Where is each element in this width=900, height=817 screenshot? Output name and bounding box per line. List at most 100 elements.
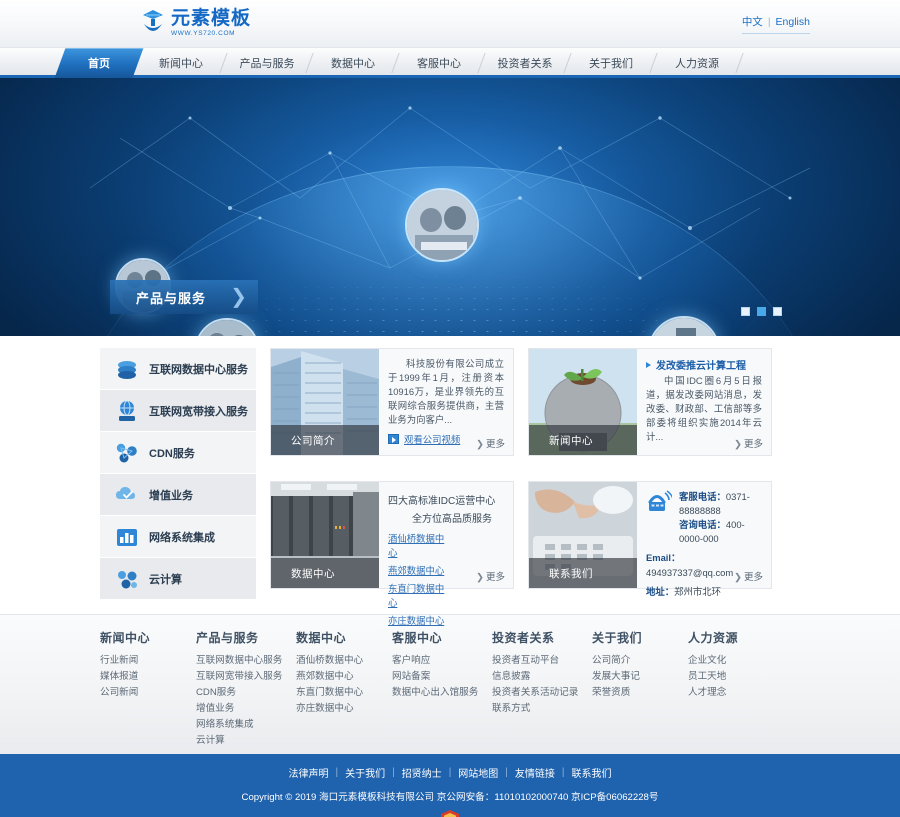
footer-link-1-5[interactable]: 云计算 (196, 733, 296, 749)
card-company-text: 科技股份有限公司成立于1999年1月，注册资本10916万，是业界领先的互联网综… (388, 358, 504, 425)
hero-banner: 产品与服务 ❯ (0, 78, 900, 336)
card-news-more-link[interactable]: ❯ 更多 (734, 436, 763, 450)
banner-category-tag[interactable]: 产品与服务 ❯ (110, 280, 258, 314)
nav-item-2[interactable]: 产品与服务 (224, 48, 310, 78)
triangle-bullet-icon (646, 361, 651, 368)
sidebar-item-3[interactable]: 增值业务 (100, 474, 256, 516)
footer-link-4-2[interactable]: 投资者关系活动记录 (492, 685, 592, 701)
more-arrow-icon: ❯ (734, 439, 742, 450)
footer-column-title: 人力资源 (688, 631, 739, 645)
bottom-link-separator: | (448, 767, 452, 778)
footer-link-6-1[interactable]: 员工天地 (688, 669, 784, 685)
banner-dot-0[interactable] (741, 307, 750, 316)
email-value: 494937337@qq.com (646, 567, 734, 578)
service-phone-label: 客服电话： (679, 491, 726, 502)
footer-link-6-2[interactable]: 人才理念 (688, 685, 784, 701)
bottom-link-separator: | (392, 767, 395, 778)
footer-link-4-0[interactable]: 投资者互动平台 (492, 653, 592, 669)
footer-link-3-2[interactable]: 数据中心出入馆服务 (392, 685, 492, 701)
bottom-link-2[interactable]: 招贤纳士 (402, 765, 442, 780)
datacenter-line-2: 全方位高品质服务 (412, 514, 492, 525)
language-switcher[interactable]: 中文 | English (741, 14, 810, 34)
footer-link-0-2[interactable]: 公司新闻 (100, 685, 196, 701)
footer-link-5-2[interactable]: 荣誉资质 (592, 685, 688, 701)
sidebar-item-1[interactable]: 互联网宽带接入服务 (100, 390, 256, 432)
card-company-more-link[interactable]: ❯ 更多 (476, 436, 505, 450)
footer-link-2-1[interactable]: 燕郊数据中心 (296, 669, 392, 685)
datacenter-link-3[interactable]: 亦庄数据中心 (388, 613, 450, 627)
footer-link-5-1[interactable]: 发展大事记 (592, 669, 688, 685)
sidebar-item-0[interactable]: 互联网数据中心服务 (100, 348, 256, 390)
nav-item-6[interactable]: 关于我们 (568, 48, 654, 78)
footer-link-1-0[interactable]: 互联网数据中心服务 (196, 653, 296, 669)
banner-dot-2[interactable] (773, 307, 782, 316)
nav-item-label: 新闻中心 (159, 58, 203, 70)
nav-item-3[interactable]: 数据中心 (310, 48, 396, 78)
banner-photo-bubble-top (405, 188, 479, 262)
footer-link-2-0[interactable]: 酒仙桥数据中心 (296, 653, 392, 669)
footer-link-1-1[interactable]: 互联网宽带接入服务 (196, 669, 296, 685)
sidebar-item-4[interactable]: 网络系统集成 (100, 516, 256, 558)
card-contact-us[interactable]: 联系我们 客服电话：0371-88888888 咨询电话：400-0000-00… (528, 481, 772, 597)
anchor-logo-icon (140, 8, 166, 38)
bottom-link-4[interactable]: 友情链接 (515, 765, 555, 780)
card-datacenter-body: 四大高标准IDC运营中心 全方位高品质服务 酒仙桥数据中心 燕郊数据中心 东直门数据… (379, 482, 513, 626)
footer-link-2-2[interactable]: 东直门数据中心 (296, 685, 392, 701)
datacenter-link-0[interactable]: 酒仙桥数据中心 (388, 531, 450, 559)
banner-tag-label: 产品与服务 (136, 290, 207, 306)
datacenter-link-1[interactable]: 燕郊数据中心 (388, 563, 450, 577)
nav-item-0[interactable]: 首页 (54, 48, 144, 78)
card-datacenter-thumb-label: 数据中心 (271, 558, 379, 588)
footer-column-5: 关于我们公司简介 发展大事记 荣誉资质 (592, 629, 688, 754)
nav-item-4[interactable]: 客服中心 (396, 48, 482, 78)
footer-link-4-3[interactable]: 联系方式 (492, 701, 592, 717)
meeting-photo (407, 190, 477, 260)
telephone-keypad-photo: 联系我们 (529, 482, 637, 588)
card-datacenter-more-link[interactable]: ❯ 更多 (476, 569, 505, 583)
card-news-center[interactable]: 新闻中心 发改委推云计算工程 中国IDC圈6月5日报道，据发改委网站消息，发改委… (528, 348, 772, 456)
footer-link-1-3[interactable]: 增值业务 (196, 701, 296, 717)
datacenter-link-2[interactable]: 东直门数据中心 (388, 581, 450, 609)
nav-items-container: 首页 新闻中心 产品与服务 数据中心 客服中心 投资者关系 关于我们 人力资源 (54, 48, 840, 78)
nav-item-1[interactable]: 新闻中心 (138, 48, 224, 78)
footer-column-title: 产品与服务 (196, 631, 259, 645)
footer-column-title: 数据中心 (296, 631, 347, 645)
lang-chinese-link[interactable]: 中文 (742, 14, 763, 29)
nav-item-5[interactable]: 投资者关系 (482, 48, 568, 78)
nav-item-7[interactable]: 人力资源 (654, 48, 740, 78)
banner-dot-1[interactable] (757, 307, 766, 316)
footer-link-6-0[interactable]: 企业文化 (688, 653, 784, 669)
card-company-more-label: 更多 (485, 439, 505, 450)
footer-link-1-2[interactable]: CDN服务 (196, 685, 296, 701)
news-headline-link[interactable]: 发改委推云计算工程 (646, 357, 762, 372)
footer-link-0-1[interactable]: 媒体报道 (100, 669, 196, 685)
card-company-profile[interactable]: 公司简介 科技股份有限公司成立于1999年1月，注册资本10916万，是业界领先… (270, 348, 514, 456)
contact-phone-lines: 客服电话：0371-88888888 咨询电话：400-0000-000 (679, 490, 762, 546)
banner-photo-bubble-right (648, 316, 720, 336)
nav-item-label: 数据中心 (331, 58, 375, 70)
footer-link-5-0[interactable]: 公司简介 (592, 653, 688, 669)
footer-link-1-4[interactable]: 网络系统集成 (196, 717, 296, 733)
site-logo[interactable]: 元素模板 WWW.YS720.COM (140, 8, 251, 38)
bottom-link-5[interactable]: 联系我们 (572, 765, 612, 780)
sidebar-item-label: 云计算 (149, 573, 182, 586)
bottom-link-3[interactable]: 网站地图 (458, 765, 498, 780)
footer-link-0-0[interactable]: 行业新闻 (100, 653, 196, 669)
bottom-link-1[interactable]: 关于我们 (345, 765, 385, 780)
sidebar-item-5[interactable]: 云计算 (100, 558, 256, 600)
footer-link-3-0[interactable]: 客户响应 (392, 653, 492, 669)
sidebar-item-2[interactable]: CDN服务 (100, 432, 256, 474)
footer-column-title: 关于我们 (592, 631, 643, 645)
footer-link-4-1[interactable]: 信息披露 (492, 669, 592, 685)
footer-column-0: 新闻中心 行业新闻 媒体报道 公司新闻 (100, 629, 196, 754)
footer-link-2-3[interactable]: 亦庄数据中心 (296, 701, 392, 717)
lang-english-link[interactable]: English (776, 16, 810, 28)
cards-grid: 公司简介 科技股份有限公司成立于1999年1月，注册资本10916万，是业界领先… (270, 348, 800, 626)
banner-pagination-dots[interactable] (741, 307, 782, 316)
footer-column-4: 投资者关系 投资者互动平台 信息披露 投资者关系活动记录 联系方式 (492, 629, 592, 754)
card-data-center[interactable]: 数据中心 四大高标准IDC运营中心 全方位高品质服务 酒仙桥数据中心 燕郊数据中心… (270, 481, 514, 626)
sidebar-item-label: 互联网数据中心服务 (149, 363, 248, 376)
bottom-link-0[interactable]: 法律声明 (288, 765, 328, 780)
card-contact-more-link[interactable]: ❯ 更多 (734, 569, 763, 583)
footer-link-3-1[interactable]: 网站备案 (392, 669, 492, 685)
